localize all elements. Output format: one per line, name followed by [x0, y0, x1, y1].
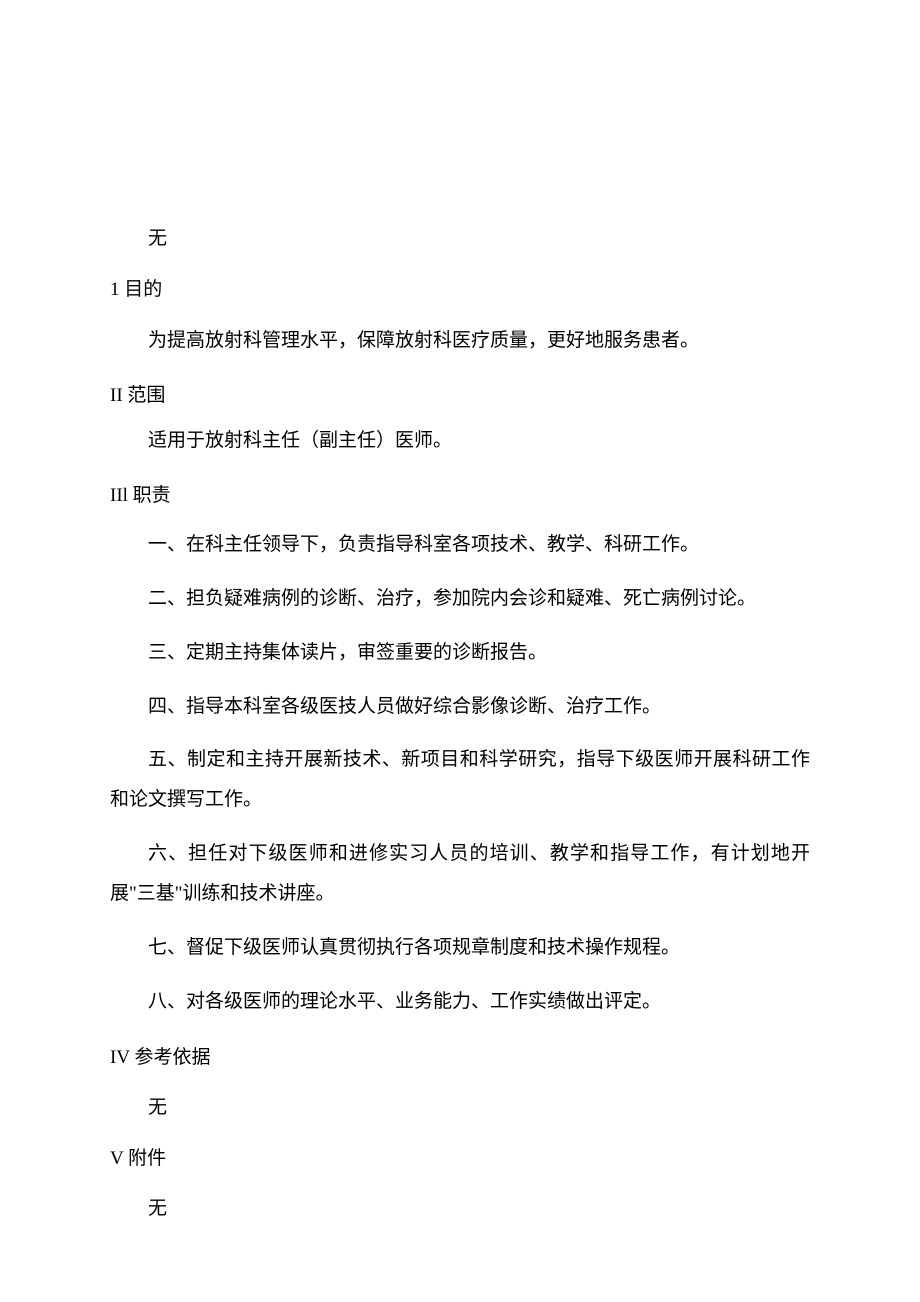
section-4-content: 无 — [110, 1094, 810, 1123]
section-3-item-8: 八、对各级医师的理论水平、业务能力、工作实绩做出评定。 — [110, 982, 810, 1022]
section-3-item-6: 六、担任对下级医师和进修实习人员的培训、教学和指导工作，有计划地开展"三基"训练… — [110, 834, 810, 914]
section-5-heading: V 附件 — [110, 1145, 810, 1174]
top-none-text: 无 — [110, 225, 810, 254]
section-3-item-7: 七、督促下级医师认真贯彻执行各项规章制度和技术操作规程。 — [110, 928, 810, 968]
section-3-item-1: 一、在科主任领导下，负责指导科室各项技术、教学、科研工作。 — [110, 525, 810, 565]
section-3-item-3: 三、定期主持集体读片，审签重要的诊断报告。 — [110, 633, 810, 673]
document-page: 无 1 目的 为提高放射科管理水平，保障放射科医疗质量，更好地服务患者。 II … — [0, 0, 920, 1224]
section-3-heading: IIl 职责 — [110, 482, 810, 511]
section-1-heading: 1 目的 — [110, 276, 810, 305]
section-5-content: 无 — [110, 1195, 810, 1224]
section-3-item-5: 五、制定和主持开展新技术、新项目和科学研究，指导下级医师开展科研工作和论文撰写工… — [110, 740, 810, 820]
section-2-content: 适用于放射科主任（副主任）医师。 — [110, 421, 810, 461]
section-2-heading: II 范围 — [110, 382, 810, 411]
section-4-heading: IV 参考依据 — [110, 1044, 810, 1073]
section-3-item-4: 四、指导本科室各级医技人员做好综合影像诊断、治疗工作。 — [110, 687, 810, 727]
section-1-content: 为提高放射科管理水平，保障放射科医疗质量，更好地服务患者。 — [110, 322, 810, 360]
section-3-item-2: 二、担负疑难病例的诊断、治疗，参加院内会诊和疑难、死亡病例讨论。 — [110, 579, 810, 619]
